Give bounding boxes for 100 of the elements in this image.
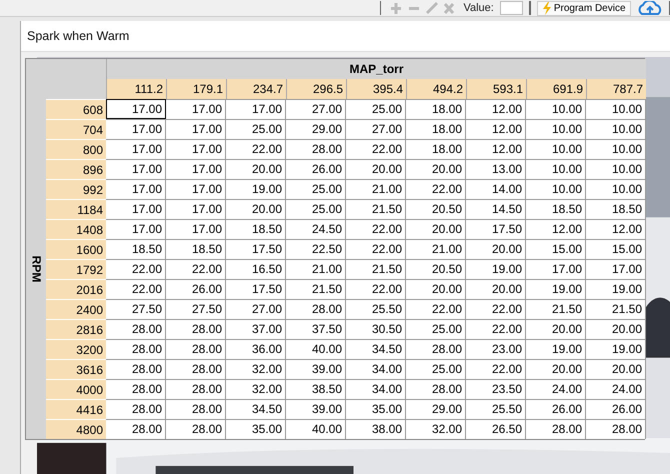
table-cell[interactable]: 34.00 xyxy=(346,359,406,379)
table-cell[interactable]: 22.00 xyxy=(346,279,406,299)
table-cell[interactable]: 16.50 xyxy=(226,259,286,279)
table-cell[interactable]: 12.00 xyxy=(466,119,526,139)
table-cell[interactable]: 17.00 xyxy=(166,179,226,199)
table-cell[interactable]: 19.00 xyxy=(226,179,286,199)
table-cell[interactable]: 28.00 xyxy=(106,399,166,419)
table-cell[interactable]: 21.50 xyxy=(346,199,406,219)
table-cell[interactable]: 19.00 xyxy=(586,339,646,359)
table-cell[interactable]: 10.00 xyxy=(586,179,646,199)
table-cell[interactable]: 27.50 xyxy=(166,299,226,319)
table-cell[interactable]: 12.00 xyxy=(586,219,646,239)
table-cell[interactable]: 17.00 xyxy=(166,159,226,179)
table-cell[interactable]: 22.00 xyxy=(346,239,406,259)
table-cell[interactable]: 34.50 xyxy=(226,399,286,419)
table-cell[interactable]: 25.50 xyxy=(466,399,526,419)
table-cell[interactable]: 22.00 xyxy=(166,259,226,279)
table-cell[interactable]: 17.00 xyxy=(226,99,286,119)
cloud-upload-icon[interactable] xyxy=(636,1,663,15)
table-cell[interactable]: 17.00 xyxy=(166,139,226,159)
table-cell[interactable]: 19.00 xyxy=(466,259,526,279)
table-cell[interactable]: 10.00 xyxy=(586,139,646,159)
table-cell[interactable]: 28.00 xyxy=(286,299,346,319)
table-cell[interactable]: 23.50 xyxy=(466,379,526,399)
table-cell[interactable]: 26.00 xyxy=(286,159,346,179)
table-cell[interactable]: 17.00 xyxy=(166,199,226,219)
table-cell[interactable]: 19.00 xyxy=(526,339,586,359)
table-cell[interactable]: 32.00 xyxy=(406,419,466,439)
table-cell[interactable]: 22.00 xyxy=(106,279,166,299)
table-cell[interactable]: 21.00 xyxy=(346,179,406,199)
table-cell[interactable]: 18.50 xyxy=(526,199,586,219)
table-cell[interactable]: 17.00 xyxy=(166,219,226,239)
table-cell[interactable]: 22.00 xyxy=(346,219,406,239)
table-cell[interactable]: 28.00 xyxy=(166,379,226,399)
table-cell[interactable]: 21.50 xyxy=(586,299,646,319)
table-cell[interactable]: 14.00 xyxy=(466,179,526,199)
table-cell[interactable]: 19.00 xyxy=(586,279,646,299)
table-cell[interactable]: 21.50 xyxy=(526,299,586,319)
table-cell[interactable]: 24.50 xyxy=(286,219,346,239)
table-cell[interactable]: 18.00 xyxy=(406,119,466,139)
table-cell[interactable]: 22.00 xyxy=(406,179,466,199)
table-cell[interactable]: 24.00 xyxy=(526,379,586,399)
table-cell[interactable]: 18.00 xyxy=(406,99,466,119)
table-cell[interactable]: 35.00 xyxy=(226,419,286,439)
table-cell[interactable]: 28.00 xyxy=(166,399,226,419)
table-cell[interactable]: 37.00 xyxy=(226,319,286,339)
table-cell[interactable]: 22.00 xyxy=(466,319,526,339)
table-cell[interactable]: 38.50 xyxy=(286,379,346,399)
table-cell[interactable]: 28.00 xyxy=(106,379,166,399)
table-cell[interactable]: 28.00 xyxy=(286,139,346,159)
table-cell[interactable]: 22.00 xyxy=(466,299,526,319)
table-cell[interactable]: 27.00 xyxy=(226,299,286,319)
table-cell[interactable]: 36.00 xyxy=(226,339,286,359)
table-cell[interactable]: 25.00 xyxy=(286,199,346,219)
table-cell[interactable]: 15.00 xyxy=(526,239,586,259)
table-cell[interactable]: 28.00 xyxy=(526,419,586,439)
table-cell[interactable]: 40.00 xyxy=(286,419,346,439)
table-cell[interactable]: 17.00 xyxy=(106,99,166,119)
table-cell[interactable]: 37.50 xyxy=(286,319,346,339)
table-cell[interactable]: 21.50 xyxy=(346,259,406,279)
table-cell[interactable]: 20.00 xyxy=(346,159,406,179)
table-cell[interactable]: 40.00 xyxy=(286,339,346,359)
table-cell[interactable]: 22.00 xyxy=(346,139,406,159)
table-cell[interactable]: 14.50 xyxy=(466,199,526,219)
table-cell[interactable]: 17.50 xyxy=(466,219,526,239)
table-cell[interactable]: 17.00 xyxy=(526,259,586,279)
table-cell[interactable]: 34.00 xyxy=(346,379,406,399)
table-cell[interactable]: 23.00 xyxy=(466,339,526,359)
table-cell[interactable]: 22.50 xyxy=(286,239,346,259)
value-dropdown[interactable] xyxy=(500,1,524,15)
table-cell[interactable]: 12.00 xyxy=(526,219,586,239)
table-cell[interactable]: 13.00 xyxy=(466,159,526,179)
table-cell[interactable]: 29.00 xyxy=(406,399,466,419)
table-cell[interactable]: 25.50 xyxy=(346,299,406,319)
table-cell[interactable]: 21.50 xyxy=(286,279,346,299)
table-cell[interactable]: 18.50 xyxy=(226,219,286,239)
table-cell[interactable]: 20.50 xyxy=(406,199,466,219)
table-cell[interactable]: 17.00 xyxy=(106,119,166,139)
table-cell[interactable]: 25.00 xyxy=(346,99,406,119)
table-cell[interactable]: 20.00 xyxy=(466,279,526,299)
table-cell[interactable]: 20.00 xyxy=(586,319,646,339)
table-cell[interactable]: 24.00 xyxy=(586,379,646,399)
table-cell[interactable]: 29.00 xyxy=(286,119,346,139)
table-cell[interactable]: 17.50 xyxy=(226,279,286,299)
table-cell[interactable]: 10.00 xyxy=(526,119,586,139)
table-cell[interactable]: 17.50 xyxy=(226,239,286,259)
table-cell[interactable]: 20.00 xyxy=(406,219,466,239)
table-cell[interactable]: 20.00 xyxy=(526,319,586,339)
table-cell[interactable]: 28.00 xyxy=(166,359,226,379)
table-cell[interactable]: 17.00 xyxy=(586,259,646,279)
table-cell[interactable]: 25.00 xyxy=(226,119,286,139)
table-cell[interactable]: 18.50 xyxy=(586,199,646,219)
table-cell[interactable]: 39.00 xyxy=(286,399,346,419)
table-cell[interactable]: 18.50 xyxy=(106,239,166,259)
table-cell[interactable]: 22.00 xyxy=(106,259,166,279)
table-cell[interactable]: 27.50 xyxy=(106,299,166,319)
table-cell[interactable]: 10.00 xyxy=(526,159,586,179)
table-cell[interactable]: 30.50 xyxy=(346,319,406,339)
table-cell[interactable]: 17.00 xyxy=(106,219,166,239)
table-cell[interactable]: 10.00 xyxy=(586,99,646,119)
